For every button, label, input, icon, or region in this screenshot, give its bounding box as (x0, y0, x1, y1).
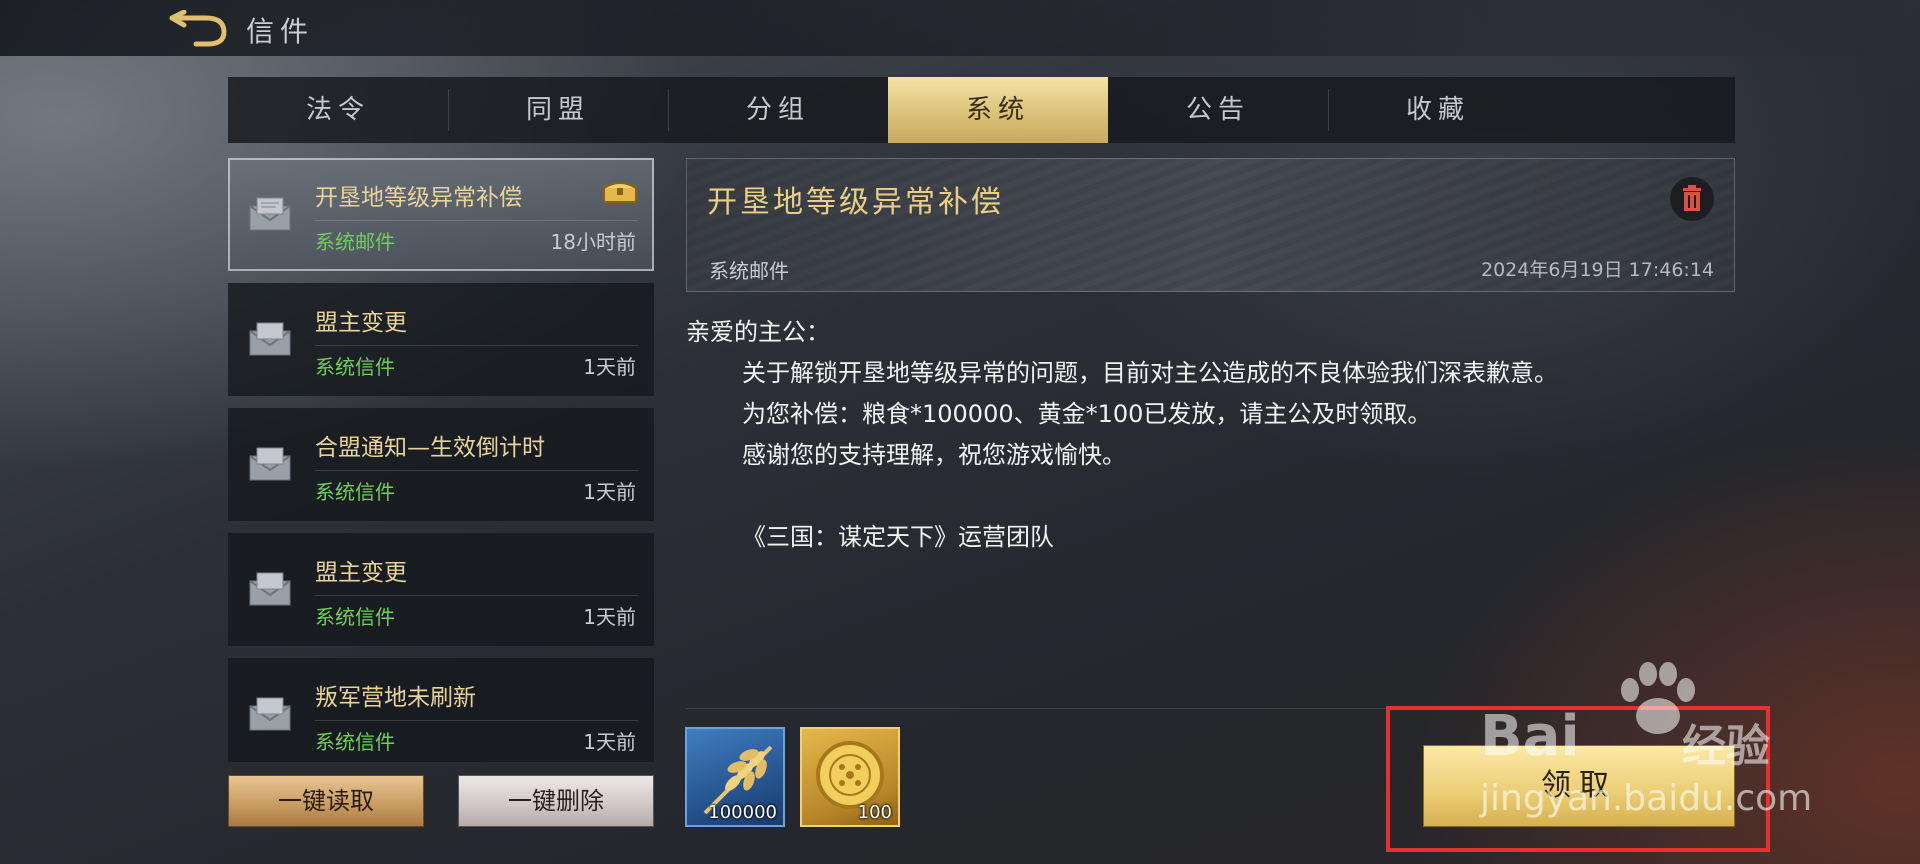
divider (315, 595, 638, 596)
tab-favorites[interactable]: 收藏 (1328, 77, 1548, 143)
mail-body-line: 感谢您的支持理解，祝您游戏愉快。 (742, 441, 1126, 469)
top-bar: 信件 (0, 0, 1920, 56)
page-title: 信件 (246, 15, 315, 48)
mail-body-line: 为您补偿：粮食*100000、黄金*100已发放，请主公及时领取。 (742, 400, 1432, 428)
mail-sender: 系统邮件 (315, 230, 395, 254)
delete-mail-button[interactable] (1670, 177, 1714, 221)
divider (315, 220, 638, 221)
divider (315, 720, 638, 721)
divider (315, 470, 638, 471)
mail-list-item[interactable]: 合盟通知—生效倒计时 系统信件 1天前 (228, 408, 654, 521)
mail-title: 盟主变更 (315, 310, 407, 336)
mail-detail-header: 开垦地等级异常补偿 系统邮件 2024年6月19日 17:46:14 (686, 158, 1735, 292)
mail-time: 1天前 (583, 480, 636, 504)
chest-icon (603, 182, 637, 203)
mail-detail-title: 开垦地等级异常补偿 (707, 185, 1004, 220)
tab-decree[interactable]: 法令 (228, 77, 448, 143)
mail-title: 开垦地等级异常补偿 (315, 185, 522, 211)
mail-time: 1天前 (583, 730, 636, 754)
mail-list-item[interactable]: 盟主变更 系统信件 1天前 (228, 533, 654, 646)
mail-sender: 系统信件 (315, 480, 395, 504)
category-tabs: 法令 同盟 分组 系统 公告 收藏 (228, 77, 1735, 143)
tab-group[interactable]: 分组 (668, 77, 888, 143)
envelope-icon (249, 322, 291, 356)
mail-sender: 系统信件 (315, 730, 395, 754)
divider (315, 345, 638, 346)
mail-list[interactable]: 开垦地等级异常补偿 系统邮件 18小时前 盟主变更 系统信件 1天前 合盟通知—… (228, 158, 654, 762)
mail-list-item[interactable]: 盟主变更 系统信件 1天前 (228, 283, 654, 396)
paw-logo-icon (1621, 662, 1695, 734)
mail-body: 亲爱的主公： 关于解锁开垦地等级异常的问题，目前对主公造成的不良体验我们深表歉意… (686, 312, 1726, 558)
reward-item-gold[interactable]: 100 (800, 727, 900, 827)
trash-icon (1683, 185, 1701, 211)
reward-item-grain[interactable]: 100000 (685, 727, 785, 827)
envelope-icon (249, 697, 291, 731)
reward-quantity: 100000 (708, 802, 777, 823)
reward-quantity: 100 (857, 802, 892, 823)
mail-sender: 系统信件 (315, 355, 395, 379)
mail-body-line: 关于解锁开垦地等级异常的问题，目前对主公造成的不良体验我们深表歉意。 (742, 359, 1558, 387)
mail-signature: 《三国：谋定天下》运营团队 (742, 523, 1054, 551)
tab-announcement[interactable]: 公告 (1108, 77, 1328, 143)
divider (686, 708, 1735, 709)
mail-detail-sender: 系统邮件 (709, 259, 789, 283)
mail-greeting: 亲爱的主公： (686, 318, 830, 346)
envelope-icon (249, 447, 291, 481)
back-arrow-icon[interactable] (166, 10, 230, 50)
mail-list-item[interactable]: 叛军营地未刷新 系统信件 1天前 (228, 658, 654, 762)
mail-list-item[interactable]: 开垦地等级异常补偿 系统邮件 18小时前 (228, 158, 654, 271)
mail-title: 盟主变更 (315, 560, 407, 586)
delete-all-button[interactable]: 一键删除 (458, 775, 654, 827)
mail-time: 1天前 (583, 355, 636, 379)
mail-sender: 系统信件 (315, 605, 395, 629)
read-all-button[interactable]: 一键读取 (228, 775, 424, 827)
tab-alliance[interactable]: 同盟 (448, 77, 668, 143)
mail-title: 叛军营地未刷新 (315, 685, 476, 711)
tab-system[interactable]: 系统 (888, 77, 1108, 143)
mail-title: 合盟通知—生效倒计时 (315, 435, 545, 461)
envelope-icon (249, 197, 291, 231)
envelope-icon (249, 572, 291, 606)
mail-time: 1天前 (583, 605, 636, 629)
mail-detail-date: 2024年6月19日 17:46:14 (1481, 259, 1714, 281)
claim-button[interactable]: 领取 (1423, 745, 1735, 827)
mail-time: 18小时前 (550, 230, 636, 254)
